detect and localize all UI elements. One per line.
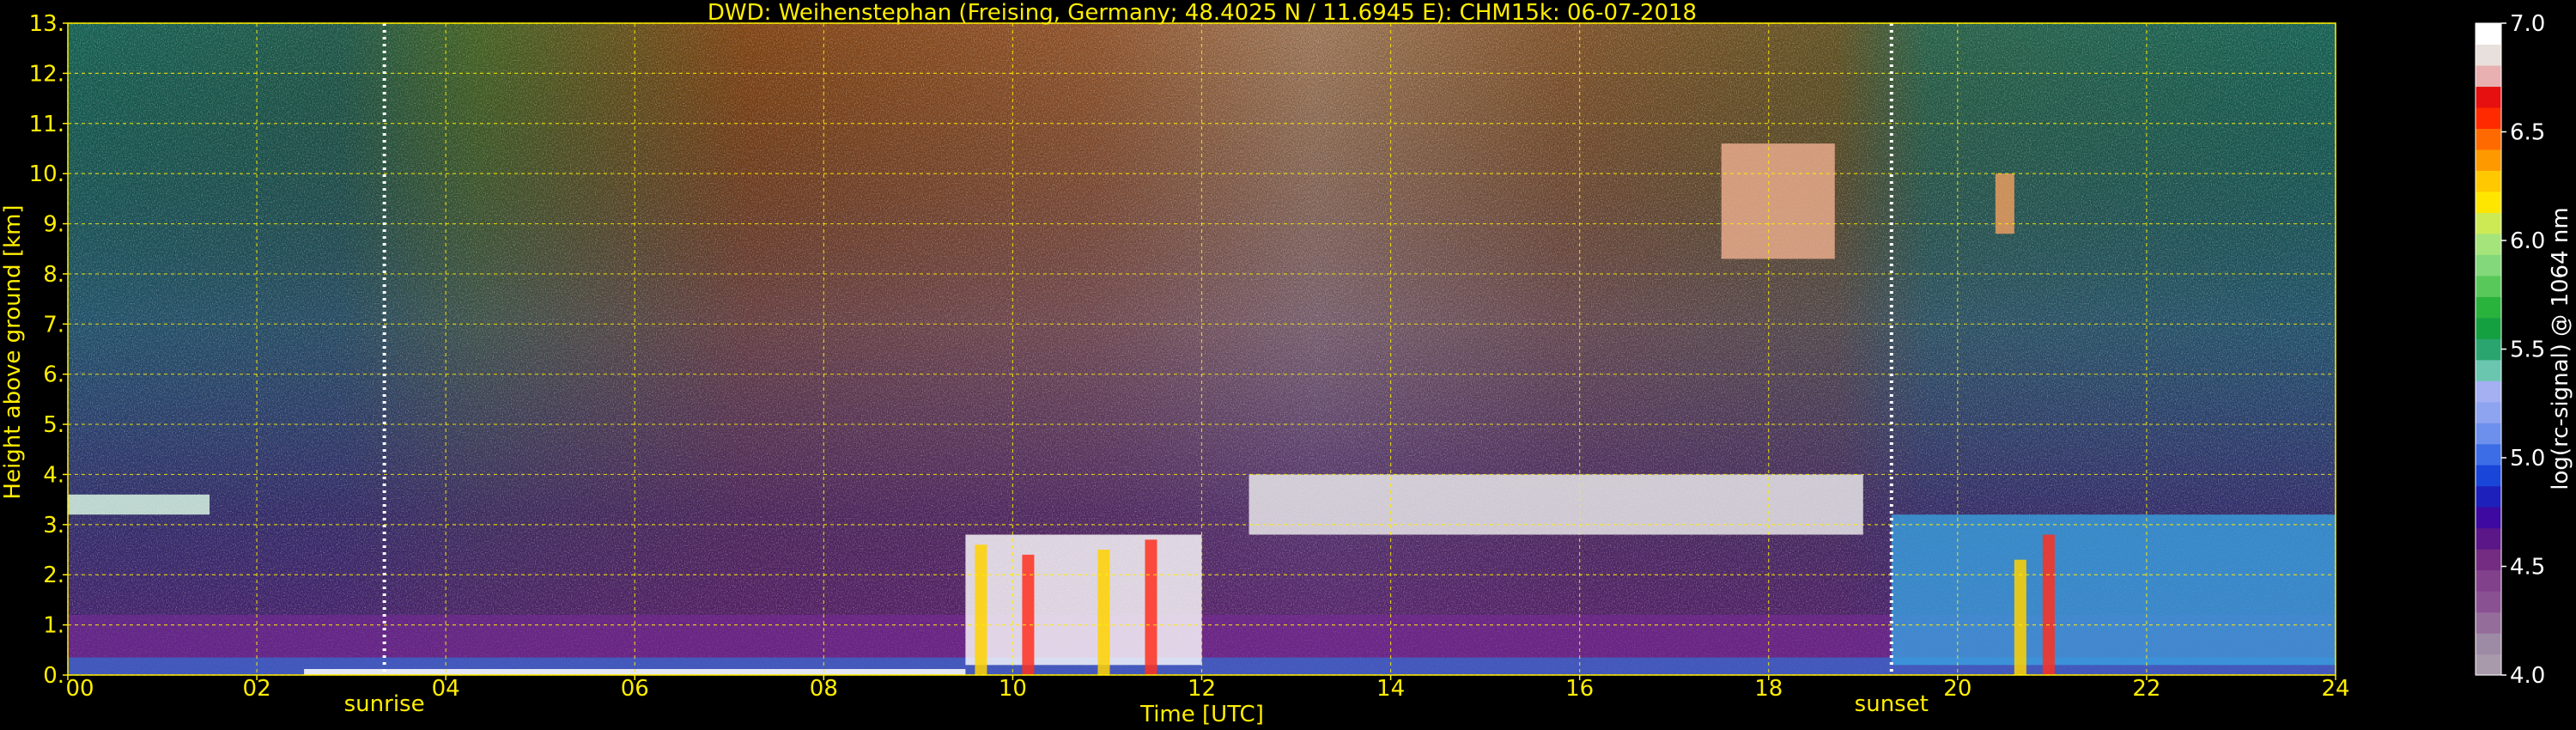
colorbar-segment <box>2476 443 2501 465</box>
feature-2 <box>1249 474 1863 535</box>
colorbar-tick-label: 7.0 <box>2510 11 2545 37</box>
y-tick-label: 8. <box>43 262 64 288</box>
colorbar-segment <box>2476 317 2501 339</box>
colorbar-tick-label: 4.0 <box>2510 663 2545 689</box>
sunset-label: sunset <box>1855 691 1929 717</box>
feature-4 <box>1995 173 2014 234</box>
colorbar-segment <box>2476 23 2501 46</box>
cloud-column-2 <box>1097 550 1110 675</box>
cloud-column-0 <box>975 544 987 675</box>
y-tick-label: 5. <box>43 412 64 438</box>
colorbar-tick-label: 6.5 <box>2510 120 2545 146</box>
y-tick-label: 0. <box>43 663 64 689</box>
colorbar-tick-label: 5.0 <box>2510 446 2545 471</box>
y-tick-label: 6. <box>43 362 64 388</box>
lidar-chart: sunrise sunset 00 02 04 06 08 10 12 14 16 18 20 22 24… <box>0 0 2573 727</box>
y-tick-label: 12. <box>29 61 64 87</box>
colorbar-segment <box>2476 170 2501 192</box>
colorbar-segment <box>2476 254 2501 277</box>
y-tick-label: 2. <box>43 563 64 588</box>
y-tick-label: 10. <box>29 161 64 187</box>
y-tick-label: 7. <box>43 312 64 338</box>
y-axis: 0. 1. 2. 3. 4. 5. 6. 7. 8. 9. 10. 11. 12. 13. <box>29 11 68 689</box>
cloud-column-3 <box>1145 539 1157 675</box>
colorbar-segment <box>2476 507 2501 529</box>
colorbar-segment <box>2476 401 2501 423</box>
colorbar-segment <box>2476 191 2501 213</box>
colorbar-segment <box>2476 338 2501 361</box>
colorbar-segment <box>2476 465 2501 487</box>
x-tick-label: 18 <box>1754 676 1783 702</box>
colorbar-tick-label: 5.5 <box>2510 338 2545 363</box>
colorbar-segment <box>2476 149 2501 171</box>
feature-0 <box>68 494 210 515</box>
x-tick-label: 02 <box>243 676 271 702</box>
chart-title: DWD: Weihenstephan (Freising, Germany; 4… <box>708 0 1697 26</box>
colorbar-segment <box>2476 106 2501 130</box>
colorbar-segment <box>2476 569 2501 592</box>
colorbar-segment <box>2476 527 2501 550</box>
y-tick-label: 11. <box>29 112 64 137</box>
colorbar-segment <box>2476 359 2501 381</box>
colorbar-segment <box>2476 44 2501 66</box>
colorbar-segment <box>2476 549 2501 571</box>
x-axis-label: Time [UTC] <box>1139 702 1264 727</box>
x-tick-label: 06 <box>621 676 649 702</box>
y-tick-label: 4. <box>43 462 64 488</box>
cloud-column-4 <box>2014 559 2026 675</box>
colorbar-segment <box>2476 611 2501 634</box>
x-tick-label: 16 <box>1565 676 1594 702</box>
x-tick-label: 12 <box>1188 676 1216 702</box>
colorbar-segment <box>2476 128 2501 150</box>
colorbar-segment <box>2476 485 2501 508</box>
x-tick-label: 14 <box>1376 676 1405 702</box>
colorbar-segment <box>2476 380 2501 403</box>
y-tick-label: 1. <box>43 613 64 639</box>
colorbar-label: log(rc-signal) @ 1064 nm <box>2548 207 2573 490</box>
colorbar-segment <box>2476 86 2501 108</box>
cloud-column-5 <box>2042 534 2055 675</box>
colorbar-segment <box>2476 275 2501 297</box>
x-tick-label: 10 <box>999 676 1027 702</box>
cloud-column-1 <box>1022 554 1035 675</box>
feature-1 <box>965 534 1202 666</box>
colorbar-segment <box>2476 591 2501 613</box>
colorbar-tick-label: 4.5 <box>2510 555 2545 581</box>
colorbar-segment <box>2476 296 2501 319</box>
colorbar: 4.0 4.5 5.0 5.5 6.0 6.5 7.0 log(rc-signal) @ 10… <box>2475 11 2573 689</box>
y-tick-label: 9. <box>43 212 64 238</box>
colorbar-segment <box>2476 633 2501 655</box>
y-axis-label: Height above ground [km] <box>0 204 26 499</box>
x-tick-label: 20 <box>1943 676 1971 702</box>
x-tick-label: 22 <box>2132 676 2160 702</box>
feature-3 <box>1721 143 1835 259</box>
y-tick-label: 3. <box>43 513 64 538</box>
x-tick-label: 24 <box>2321 676 2349 702</box>
x-tick-label: 08 <box>810 676 838 702</box>
y-tick-label: 13. <box>29 11 64 37</box>
x-tick-label: 00 <box>65 676 94 702</box>
colorbar-segment <box>2476 64 2501 88</box>
colorbar-tick-label: 6.0 <box>2510 228 2545 254</box>
colorbar-segment <box>2476 212 2501 234</box>
colorbar-segment <box>2476 233 2501 255</box>
colorbar-segment <box>2476 423 2501 445</box>
colorbar-segment <box>2476 654 2501 676</box>
x-tick-label: 04 <box>432 676 460 702</box>
sunrise-label: sunrise <box>344 691 425 717</box>
